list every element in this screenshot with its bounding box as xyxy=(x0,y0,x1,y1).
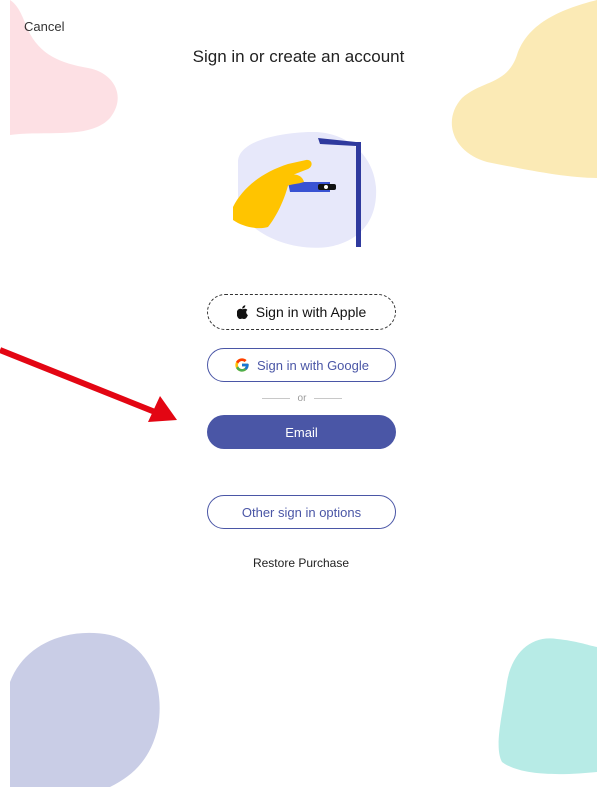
divider-line-right xyxy=(314,398,342,399)
or-text: or xyxy=(297,393,307,404)
apple-button-label: Sign in with Apple xyxy=(255,304,367,320)
cancel-button[interactable]: Cancel xyxy=(24,19,64,34)
email-sign-in-button[interactable]: Email xyxy=(207,415,396,449)
sign-in-with-google-button[interactable]: Sign in with Google xyxy=(207,348,396,382)
yellow-blob-decoration xyxy=(451,0,597,178)
google-button-label: Sign in with Google xyxy=(256,357,369,373)
purple-blob-decoration xyxy=(10,632,160,787)
teal-blob-decoration xyxy=(498,638,597,775)
google-icon xyxy=(234,357,250,373)
email-button-label: Email xyxy=(285,424,318,440)
pink-blob-decoration xyxy=(10,0,118,135)
red-arrow-annotation xyxy=(0,347,177,422)
other-sign-in-options-button[interactable]: Other sign in options xyxy=(207,495,396,529)
apple-icon xyxy=(236,305,249,319)
divider-line-left xyxy=(262,398,290,399)
sign-in-illustration xyxy=(233,132,377,248)
sign-in-with-apple-button[interactable]: Sign in with Apple xyxy=(207,294,396,330)
other-options-label: Other sign in options xyxy=(241,504,362,520)
or-divider: or xyxy=(262,393,342,404)
page-title: Sign in or create an account xyxy=(192,47,405,66)
restore-purchase-link[interactable]: Restore Purchase xyxy=(0,556,597,570)
